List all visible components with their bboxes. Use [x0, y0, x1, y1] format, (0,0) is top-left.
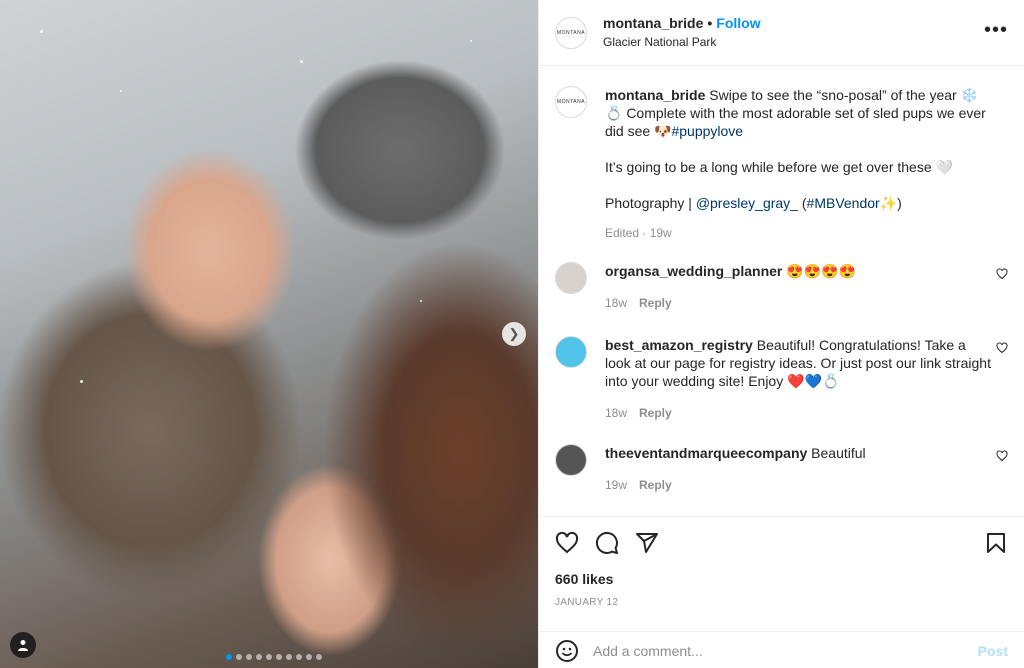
carousel-dot: [236, 654, 242, 660]
heart-icon[interactable]: [996, 268, 1008, 280]
more-options-button[interactable]: •••: [983, 19, 1008, 41]
commenter-avatar[interactable]: [555, 262, 587, 294]
user-tag-button[interactable]: [10, 632, 36, 658]
comments-list[interactable]: MONTANA montana_bride Swipe to see the “…: [539, 66, 1024, 516]
user-tag-icon: [18, 640, 28, 651]
avatar-text: MONTANA: [556, 99, 586, 105]
add-comment-input[interactable]: Add a comment...: [593, 643, 978, 659]
like-count[interactable]: 660 likes: [555, 571, 613, 587]
chevron-right-icon: ❯: [508, 326, 520, 341]
comment-username[interactable]: theeventandmarqueecompany: [605, 445, 807, 461]
bookmark-button[interactable]: [984, 531, 1008, 555]
reply-button[interactable]: Reply: [639, 296, 672, 310]
heart-icon[interactable]: [996, 450, 1008, 462]
comment-text: 😍😍😍😍: [782, 263, 856, 279]
carousel-dot: [256, 654, 262, 660]
heart-icon[interactable]: [996, 342, 1008, 354]
avatar[interactable]: MONTANA: [555, 16, 587, 49]
comment-time[interactable]: 18w: [605, 296, 627, 310]
more-icon: •••: [983, 19, 1008, 41]
reply-button[interactable]: Reply: [639, 478, 672, 492]
snowflake: [420, 300, 422, 302]
separator-dot: •: [707, 14, 713, 31]
caption-body: montana_bride Swipe to see the “sno-posa…: [605, 86, 995, 242]
caption-username[interactable]: montana_bride: [605, 87, 705, 103]
post-photo[interactable]: ❯: [0, 0, 538, 668]
post-header: MONTANA montana_bride • Follow Glacier Nat…: [539, 0, 1024, 66]
commenter-avatar[interactable]: [555, 444, 587, 476]
commenter-avatar[interactable]: [555, 336, 587, 368]
comment-item: theeventandmarqueecompany Beautiful 19w R…: [555, 444, 1008, 494]
author-username[interactable]: montana_bride: [603, 15, 703, 31]
follow-button[interactable]: Follow: [716, 15, 760, 31]
post-panel: MONTANA montana_bride • Follow Glacier Nat…: [538, 0, 1024, 668]
caption: MONTANA montana_bride Swipe to see the “…: [555, 86, 1008, 242]
comment-item: organsa_wedding_planner 😍😍😍😍 18w Reply: [555, 262, 1008, 312]
mention-link[interactable]: @presley_gray_: [696, 195, 798, 211]
emoji-icon[interactable]: [555, 639, 579, 663]
share-button[interactable]: [635, 531, 659, 555]
carousel-indicator: [226, 654, 322, 660]
post-comment-button[interactable]: Post: [978, 643, 1008, 659]
snowflake: [80, 380, 83, 383]
carousel-dot: [276, 654, 282, 660]
snowflake: [300, 60, 303, 63]
avatar-text: MONTANA: [556, 29, 586, 36]
comment-username[interactable]: best_amazon_registry: [605, 337, 753, 353]
hashtag-link[interactable]: #puppylove: [671, 123, 743, 139]
carousel-dot: [226, 654, 232, 660]
caption-meta: Edited · 19w: [605, 226, 672, 240]
snowflake: [470, 40, 472, 42]
comment-text: Beautiful: [807, 445, 866, 461]
carousel-dot: [306, 654, 312, 660]
caption-vendor-open: (: [797, 195, 807, 211]
reply-button[interactable]: Reply: [639, 406, 672, 420]
comment-time[interactable]: 19w: [605, 478, 627, 492]
post-date[interactable]: JANUARY 12: [555, 597, 618, 608]
snowflake: [40, 30, 43, 33]
hashtag-link[interactable]: #MBVendor: [807, 195, 880, 211]
comment-username[interactable]: organsa_wedding_planner: [605, 263, 782, 279]
caption-paragraph: It’s going to be a long while before we …: [605, 159, 953, 175]
comment-time[interactable]: 18w: [605, 406, 627, 420]
avatar[interactable]: MONTANA: [555, 86, 587, 118]
add-comment-row: Add a comment... Post: [539, 631, 1024, 668]
caption-photo-prefix: Photography |: [605, 195, 696, 211]
post-location[interactable]: Glacier National Park: [603, 35, 761, 49]
post-actions: 660 likes JANUARY 12 Add a comment... Po…: [539, 516, 1024, 668]
carousel-dot: [296, 654, 302, 660]
carousel-dot: [316, 654, 322, 660]
snowflake: [120, 90, 122, 92]
carousel-dot: [246, 654, 252, 660]
like-button[interactable]: [555, 531, 579, 555]
carousel-dot: [266, 654, 272, 660]
comment-item: best_amazon_registry Beautiful! Congratu…: [555, 336, 1008, 422]
carousel-dot: [286, 654, 292, 660]
caption-vendor-close: ✨): [879, 195, 902, 211]
comment-button[interactable]: [595, 531, 619, 555]
next-photo-button[interactable]: ❯: [502, 322, 526, 346]
